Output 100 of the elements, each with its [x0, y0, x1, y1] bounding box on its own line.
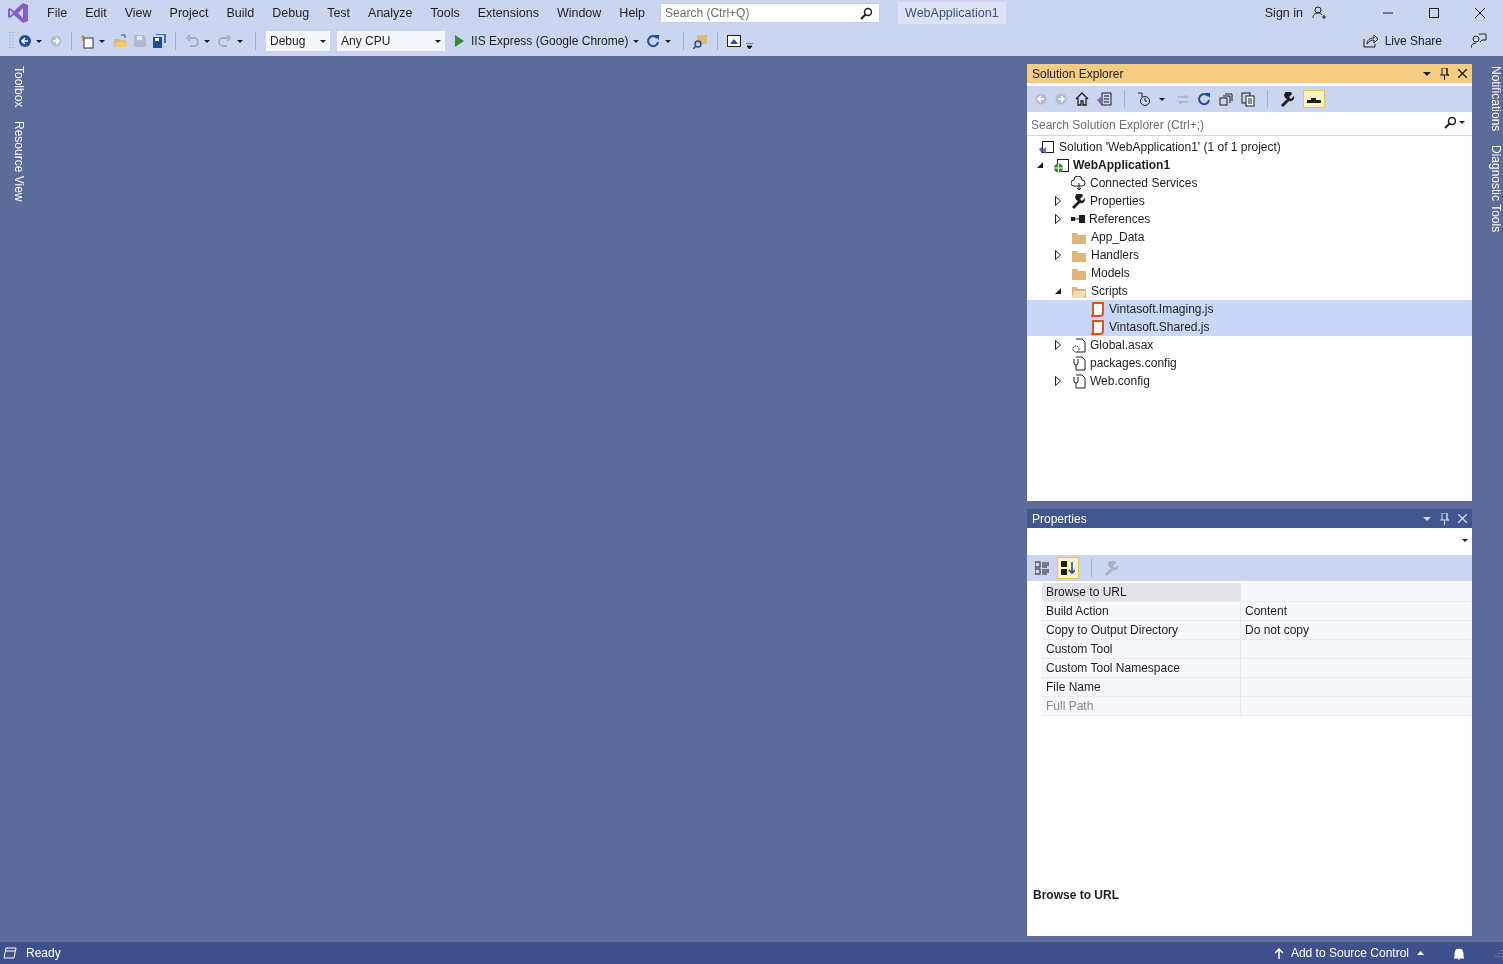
menu-item[interactable]: Extensions [468, 6, 548, 20]
history-icon[interactable] [1137, 92, 1151, 106]
tree-item[interactable]: Connected Services [1027, 174, 1472, 192]
tree-item[interactable]: Handlers [1027, 246, 1472, 264]
person-add-icon[interactable] [1312, 6, 1327, 20]
wrench-icon [1104, 560, 1119, 576]
refresh-icon[interactable] [1198, 92, 1211, 106]
menu-item[interactable]: Analyze [359, 6, 422, 20]
menu-item[interactable]: Test [318, 6, 360, 20]
search-field[interactable]: Search (Ctrl+Q) [660, 3, 881, 23]
expanded-arrow-icon[interactable] [1037, 162, 1043, 168]
caret-icon[interactable] [1459, 121, 1465, 124]
menu-item[interactable]: Project [160, 6, 218, 20]
tree-item[interactable]: Scripts [1027, 282, 1472, 300]
menu-item[interactable]: File [38, 6, 77, 20]
feedback-icon[interactable] [1471, 33, 1487, 49]
share-icon [1362, 34, 1379, 48]
menu-item[interactable]: Build [217, 6, 264, 20]
play-icon [455, 35, 464, 47]
references-icon [1071, 212, 1085, 226]
forward-icon [1055, 93, 1067, 105]
property-name[interactable]: Build Action [1042, 602, 1241, 621]
find-icon[interactable] [693, 33, 709, 49]
menu-item[interactable]: Debug [263, 6, 319, 20]
property-name[interactable]: Browse to URL [1042, 583, 1241, 602]
resize-grip-icon[interactable] [1494, 948, 1503, 958]
caret-icon[interactable] [633, 39, 640, 43]
platform-dropdown[interactable]: Any CPU [336, 30, 446, 52]
property-name[interactable]: Custom Tool Namespace [1042, 659, 1241, 678]
tree-item[interactable]: App_Data [1027, 228, 1472, 246]
caret-icon[interactable] [237, 39, 243, 43]
collapsed-arrow-icon[interactable] [1055, 196, 1061, 206]
dropdown-icon[interactable] [1423, 516, 1431, 521]
tree-item[interactable]: Vintasoft.Shared.js [1027, 318, 1472, 336]
menu-item[interactable]: Window [547, 6, 611, 20]
tree-item[interactable]: Models [1027, 264, 1472, 282]
switch-views-icon[interactable] [1097, 92, 1112, 106]
overflow-icon[interactable] [746, 43, 754, 49]
sign-in-link[interactable]: Sign in [1264, 6, 1303, 20]
sort-az-icon [1061, 561, 1075, 575]
tree-item[interactable]: Properties [1027, 192, 1472, 210]
tree-item[interactable]: Vintasoft.Imaging.js [1027, 300, 1472, 318]
expanded-arrow-icon[interactable] [1055, 288, 1061, 294]
side-tab[interactable]: Notifications [1475, 66, 1503, 132]
alphabetical-button[interactable] [1057, 557, 1079, 579]
menu-item[interactable]: View [115, 6, 161, 20]
dropdown-icon[interactable] [1423, 71, 1431, 76]
property-name[interactable]: File Name [1042, 678, 1241, 697]
tree-item[interactable]: Web.config [1027, 372, 1472, 390]
refresh-icon[interactable] [647, 34, 661, 48]
close-icon[interactable] [1458, 69, 1467, 78]
side-tab[interactable]: Toolbox [0, 66, 26, 108]
panel-header: Properties [1027, 509, 1472, 528]
menu-item[interactable]: Edit [76, 6, 116, 20]
wrench-icon [1071, 193, 1086, 209]
menu-item[interactable]: Tools [421, 6, 469, 20]
close-icon[interactable] [1475, 8, 1485, 18]
copy-icon[interactable] [1241, 91, 1255, 107]
home-icon[interactable] [1075, 92, 1089, 106]
bell-icon[interactable] [1453, 946, 1465, 960]
wrench-icon[interactable] [1280, 91, 1295, 107]
property-name[interactable]: Custom Tool [1042, 640, 1241, 659]
categorized-icon[interactable] [1035, 561, 1049, 575]
search-icon [1444, 116, 1456, 129]
caret-icon[interactable] [36, 39, 42, 43]
collapsed-arrow-icon[interactable] [1055, 340, 1061, 350]
save-all-icon[interactable] [152, 34, 166, 48]
start-debugging-button[interactable]: IIS Express (Google Chrome) [455, 34, 629, 48]
tree-item[interactable]: References [1027, 210, 1472, 228]
back-icon[interactable] [19, 35, 31, 47]
tree-item[interactable]: Global.asax [1027, 336, 1472, 354]
caret-icon[interactable] [99, 39, 105, 43]
pin-icon[interactable] [1440, 67, 1449, 80]
collapsed-arrow-icon[interactable] [1055, 250, 1061, 260]
source-control-button[interactable]: Add to Source Control [1274, 946, 1424, 960]
tree-item[interactable]: Solution 'WebApplication1' (1 of 1 project) [1027, 138, 1472, 156]
configuration-dropdown[interactable]: Debug [265, 30, 331, 52]
caret-icon[interactable] [1159, 97, 1165, 101]
side-tab[interactable]: Diagnostic Tools [1475, 145, 1503, 233]
window-icon[interactable] [727, 34, 742, 48]
menu-item[interactable]: Help [610, 6, 655, 20]
maximize-icon[interactable] [1429, 8, 1439, 18]
new-project-icon[interactable] [81, 33, 94, 49]
property-name[interactable]: Copy to Output Directory [1042, 621, 1241, 640]
caret-icon[interactable] [665, 39, 672, 43]
solution-icon [1039, 139, 1055, 155]
config-file-icon [1071, 373, 1086, 389]
collapsed-arrow-icon[interactable] [1055, 376, 1061, 386]
collapsed-arrow-icon[interactable] [1055, 214, 1061, 224]
side-tab[interactable]: Resource View [0, 121, 26, 202]
property-value[interactable]: Do not copy [1241, 621, 1472, 640]
search-icon [860, 7, 873, 20]
preview-toggle-button[interactable] [1303, 90, 1325, 108]
caret-icon[interactable] [204, 39, 210, 43]
live-share-button[interactable]: Live Share [1362, 34, 1442, 48]
collapse-all-icon[interactable] [1219, 92, 1233, 106]
script-file-icon [1089, 301, 1105, 317]
tree-item[interactable]: WebApplication1 [1027, 156, 1472, 174]
tree-item[interactable]: packages.config [1027, 354, 1472, 372]
property-value[interactable]: Content [1241, 602, 1472, 621]
